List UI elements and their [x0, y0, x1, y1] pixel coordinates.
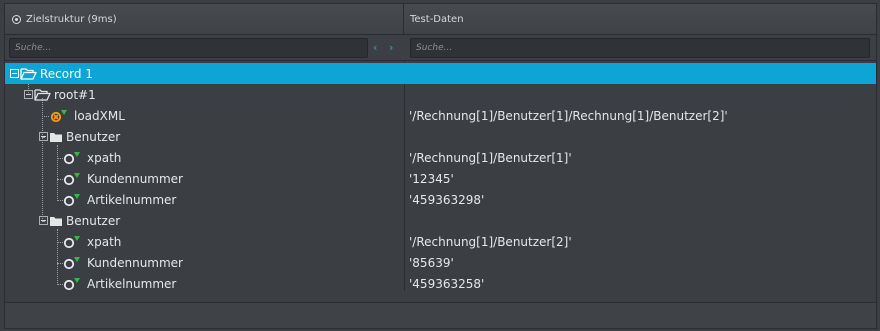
folder-icon	[50, 216, 62, 226]
tree-row-field[interactable]: Kundennummer '85639'	[5, 252, 876, 273]
structure-panel: Zielstruktur (9ms) Test-Daten ‹ ›	[4, 3, 877, 329]
collapse-toggle-icon[interactable]	[39, 216, 48, 225]
tree-label: Kundennummer	[87, 171, 183, 186]
folder-open-icon	[20, 68, 37, 80]
test-data-header: Test-Daten	[405, 4, 876, 35]
tree-label: Benutzer	[66, 129, 121, 144]
tree-row-benutzer[interactable]: Benutzer	[5, 210, 876, 231]
test-data-value: '12345'	[409, 171, 454, 186]
tree-row-field[interactable]: Artikelnummer '459363298'	[5, 189, 876, 210]
panel-footer	[5, 302, 876, 328]
tree-row-loadxml[interactable]: loadXML '/Rechnung[1]/Benutzer[1]/Rechnu…	[5, 105, 876, 126]
collapse-toggle-icon[interactable]	[39, 132, 48, 141]
tree-label: loadXML	[74, 108, 125, 123]
field-node-icon	[63, 151, 80, 164]
tree-label: Artikelnummer	[87, 192, 177, 207]
tree-label: Artikelnummer	[87, 276, 177, 291]
test-data-value: '459363258'	[409, 276, 485, 291]
tree-row-field[interactable]: xpath '/Rechnung[1]/Benutzer[1]'	[5, 147, 876, 168]
test-data-value: '/Rechnung[1]/Benutzer[1]/Rechnung[1]/Be…	[409, 108, 728, 123]
test-data-value: '85639'	[409, 255, 454, 270]
tree-row-field[interactable]: Artikelnummer '459363258'	[5, 273, 876, 294]
folder-open-icon	[34, 89, 51, 101]
tree-label: xpath	[87, 150, 122, 165]
tree-row-field[interactable]: Kundennummer '12345'	[5, 168, 876, 189]
collapse-toggle-icon[interactable]	[24, 90, 33, 99]
tree-label: Record 1	[40, 66, 93, 81]
field-node-icon	[63, 172, 80, 185]
tree-label: Benutzer	[66, 213, 121, 228]
radio-icon[interactable]	[12, 15, 21, 24]
structure-search-input[interactable]	[9, 38, 368, 58]
tree-row-benutzer[interactable]: Benutzer	[5, 126, 876, 147]
panel-header: Zielstruktur (9ms) Test-Daten	[5, 4, 876, 35]
collapse-toggle-icon[interactable]	[10, 69, 19, 78]
test-data-value: '/Rechnung[1]/Benutzer[1]'	[409, 150, 572, 165]
tree-label: Kundennummer	[87, 255, 183, 270]
target-structure-header[interactable]: Zielstruktur (9ms)	[5, 4, 404, 35]
field-node-icon	[63, 277, 80, 290]
tree-label: root#1	[54, 87, 96, 102]
tree-row-field[interactable]: xpath '/Rechnung[1]/Benutzer[2]'	[5, 231, 876, 252]
target-structure-title: Zielstruktur (9ms)	[26, 14, 117, 25]
test-data-value: '459363298'	[409, 192, 485, 207]
chevron-left-icon[interactable]: ‹	[373, 41, 377, 54]
mapped-node-icon	[50, 109, 67, 122]
field-node-icon	[63, 193, 80, 206]
tree-row-record[interactable]: Record 1	[5, 63, 876, 84]
tree-row-root[interactable]: root#1	[5, 84, 876, 105]
chevron-right-icon[interactable]: ›	[389, 41, 393, 54]
test-data-value: '/Rechnung[1]/Benutzer[2]'	[409, 234, 572, 249]
field-node-icon	[63, 235, 80, 248]
field-node-icon	[63, 256, 80, 269]
search-row: ‹ ›	[5, 35, 876, 61]
tree-label: xpath	[87, 234, 122, 249]
folder-icon	[50, 132, 62, 142]
test-data-title: Test-Daten	[410, 14, 464, 25]
test-data-search-input[interactable]	[410, 38, 870, 58]
